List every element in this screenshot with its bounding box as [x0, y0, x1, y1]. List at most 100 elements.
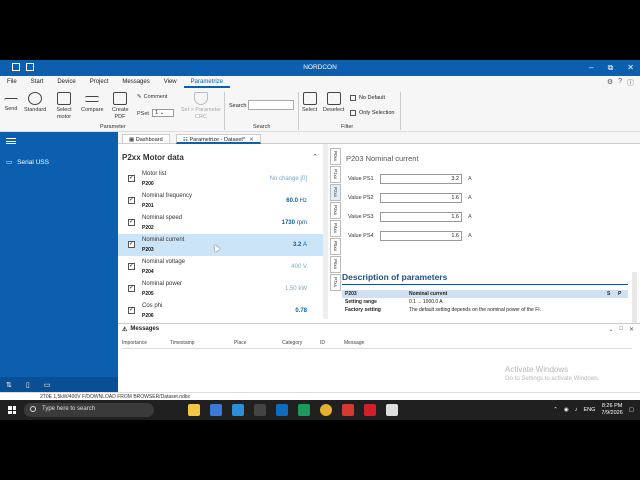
checkbox[interactable]: ✓ [128, 219, 135, 226]
parameter-row[interactable]: ✓ Nominal frequency P201 60.0 Hz [118, 190, 323, 212]
menu-view[interactable]: View [157, 76, 184, 88]
vtab-p0xx[interactable]: P0xx [330, 148, 341, 165]
network-icon[interactable]: ◉ [564, 407, 569, 413]
set-crc-button[interactable]: Set > Parameter CRC [180, 92, 222, 121]
comment-button[interactable]: ✎ Comment [137, 94, 167, 101]
checkbox[interactable]: ✓ [128, 175, 135, 182]
checkbox[interactable]: ✓ [128, 263, 135, 270]
file-explorer-icon[interactable] [188, 404, 200, 416]
close-icon[interactable]: ✕ [627, 63, 634, 73]
value-input[interactable]: 1.6 [380, 193, 462, 203]
info-icon[interactable]: ⓘ [627, 78, 634, 88]
help-icon[interactable]: ? [618, 78, 622, 88]
volume-icon[interactable]: ♪ [575, 407, 578, 413]
column-header[interactable]: Timestamp [170, 340, 195, 346]
store-icon[interactable] [254, 404, 266, 416]
search-input[interactable] [248, 100, 294, 110]
value-input[interactable]: 3.2 [380, 174, 462, 184]
compare-button[interactable]: Compare [81, 92, 104, 114]
pset-select[interactable]: 1 ⌄ [152, 109, 174, 117]
checkbox[interactable]: ✓ [128, 241, 135, 248]
standard-button[interactable]: Standard [24, 92, 46, 114]
vtab-p5xx[interactable]: P5xx [330, 238, 341, 255]
menu-start[interactable]: Start [24, 76, 51, 88]
maximize-icon[interactable]: □ [619, 326, 623, 333]
notification-icon[interactable]: ▢ [629, 407, 634, 413]
start-button[interactable] [8, 406, 16, 414]
clock[interactable]: 8:26 PM 7/9/2026 [601, 403, 622, 417]
menu-file[interactable]: File [0, 76, 24, 88]
menu-device[interactable]: Device [50, 76, 82, 88]
collapse-icon[interactable]: ⌃ [312, 153, 318, 161]
language-indicator[interactable]: ENG [583, 407, 595, 413]
vtab-p4xx[interactable]: P4xx [330, 220, 341, 237]
outlook-icon[interactable] [276, 404, 288, 416]
nordcon-taskbar-icon[interactable] [386, 404, 398, 416]
edge-icon[interactable] [232, 404, 244, 416]
column-header[interactable]: Message [344, 340, 364, 346]
minimize-icon[interactable]: – [589, 63, 593, 73]
pin-icon[interactable]: ⌄ [608, 326, 613, 333]
vtab-p2xx[interactable]: P2xx [330, 184, 341, 201]
value-row: Value PS1 3.2 A [348, 174, 472, 184]
only-selection-toggle[interactable]: Only Selection [350, 110, 394, 116]
select-motor-button[interactable]: Select motor [54, 92, 74, 121]
folder-icon[interactable]: ▭ [44, 381, 51, 389]
divider [298, 92, 299, 130]
parameter-row[interactable]: ✓ Nominal voltage P204 400 V [118, 256, 323, 278]
parameter-row[interactable]: ✓ Cos phi P206 0.78 [118, 300, 323, 319]
menu-bar: File Start Device Project Messages View … [0, 76, 640, 88]
excel-icon[interactable] [298, 404, 310, 416]
column-header[interactable]: Category [282, 340, 302, 346]
motor-icon [57, 92, 71, 105]
description-scrollbar[interactable] [632, 272, 637, 324]
close-icon[interactable]: ✕ [629, 326, 634, 333]
value-input[interactable]: 1.6 [380, 212, 462, 222]
deselect-icon [326, 92, 341, 105]
parameter-group-title: P2xx Motor data [122, 153, 184, 162]
nordcon-window: NORDCON – ⧉ ✕ File Start Device Project … [0, 60, 640, 420]
sidebar-item-serial-uss[interactable]: ▭ Serial USS [6, 158, 49, 167]
create-pdf-button[interactable]: Create PDF [112, 92, 129, 121]
column-header[interactable]: Place [234, 340, 247, 346]
checkbox[interactable]: ✓ [128, 285, 135, 292]
menu-right-icons: ⚙ ? ⓘ [607, 78, 634, 88]
select-button[interactable]: Select [302, 92, 317, 114]
vtab-p6xx[interactable]: P6xx [330, 256, 341, 273]
settings-icon[interactable]: ⚙ [607, 78, 613, 88]
deselect-button[interactable]: Deselect [323, 92, 344, 114]
column-header[interactable]: ID [320, 340, 325, 346]
tab-parametrize-dataset[interactable]: ☷ Parametrize - Dataset* ✕ [176, 134, 261, 144]
parameter-row[interactable]: ✓ Nominal speed P202 1730 rpm [118, 212, 323, 234]
device-icon: ▭ [6, 159, 13, 166]
menu-messages[interactable]: Messages [115, 76, 156, 88]
chevron-up-icon[interactable]: ⌃ [553, 407, 558, 413]
app-icon[interactable] [364, 404, 376, 416]
parameter-row[interactable]: ✓ Motor list P200 No change [0] [118, 168, 323, 190]
checkbox[interactable]: ✓ [128, 307, 135, 314]
send-button[interactable]: Send [4, 92, 18, 113]
taskbar-search[interactable]: Type here to search [24, 403, 154, 417]
no-default-toggle[interactable]: No Default [350, 95, 385, 101]
chrome-icon[interactable] [320, 404, 332, 416]
column-header[interactable]: Importance [122, 340, 147, 346]
vtab-p3xx[interactable]: P3xx [330, 202, 341, 219]
menu-parametrize[interactable]: Parametrize [183, 76, 230, 88]
close-tab-icon[interactable]: ✕ [249, 137, 254, 143]
sort-icon[interactable]: ⇅ [6, 381, 12, 389]
parameter-row-selected[interactable]: ✓ Nominal current P203 3.2 A [118, 234, 323, 256]
tab-dashboard[interactable]: ▦ Dashboard [122, 134, 170, 144]
vtab-p1xx[interactable]: P1xx [330, 166, 341, 183]
menu-project[interactable]: Project [83, 76, 116, 88]
vtab-p7xx[interactable]: P7xx [330, 274, 341, 291]
device-list-icon[interactable]: ▯ [26, 381, 30, 389]
sidebar: ▭ Serial USS ⇅ ▯ ▭ [0, 132, 118, 393]
copilot-icon[interactable] [210, 404, 222, 416]
restore-icon[interactable]: ⧉ [608, 63, 614, 73]
value-input[interactable]: 1.6 [380, 231, 462, 241]
app-icon[interactable] [342, 404, 354, 416]
parameter-list-scrollbar[interactable] [323, 144, 328, 319]
parameter-row[interactable]: ✓ Nominal power P205 1,50 kW [118, 278, 323, 300]
hamburger-menu-icon[interactable] [6, 138, 16, 144]
checkbox[interactable]: ✓ [128, 197, 135, 204]
